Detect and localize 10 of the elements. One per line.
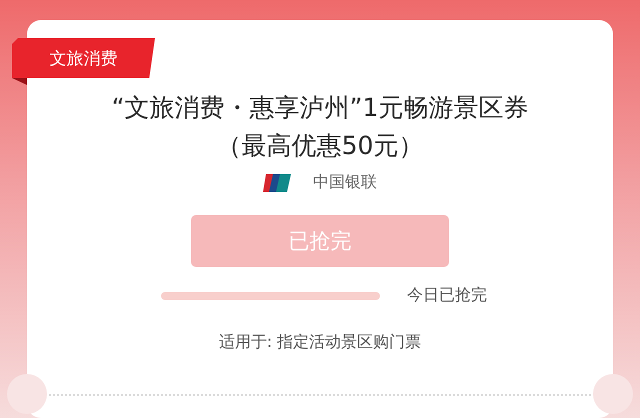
coupon-title: “文旅消费・惠享泸州”1元畅游景区券	[112, 92, 528, 124]
issuer-name: 中国银联	[313, 172, 377, 193]
card-logo-icon	[263, 174, 291, 192]
ticket-notch	[7, 374, 47, 414]
usage-scope: 适用于: 指定活动景区购门票	[218, 332, 422, 353]
coupon-title: （最高优惠50元）	[216, 130, 424, 162]
category-tag: 文旅消费	[12, 38, 155, 78]
ticket-notch	[593, 374, 633, 414]
stock-status: 今日已抢完	[407, 285, 487, 306]
tag-fold	[12, 78, 27, 85]
